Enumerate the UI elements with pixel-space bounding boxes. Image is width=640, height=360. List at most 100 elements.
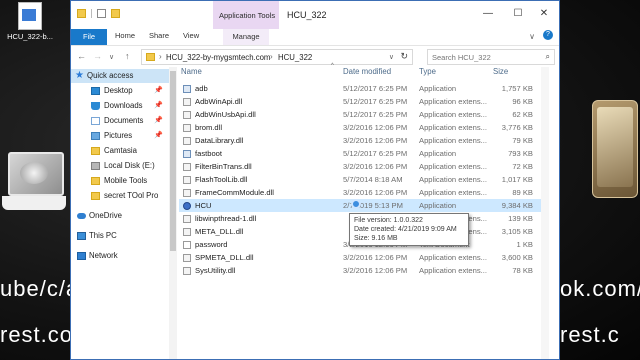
sort-indicator-icon: ^	[331, 63, 334, 69]
file-name: adb	[195, 84, 208, 93]
background-text: rest.c	[560, 322, 620, 347]
pin-icon[interactable]: 📌	[154, 101, 163, 109]
dll-file-icon	[183, 124, 191, 132]
ribbon-tabs: File Home Share View Manage ∨ ?	[71, 29, 559, 46]
recent-locations-icon[interactable]: ∨	[109, 53, 114, 61]
table-row[interactable]: SysUtility.dll 3/2/2016 12:06 PM Applicati…	[179, 264, 541, 277]
sidebar-item-desktop[interactable]: Desktop 📌	[71, 84, 169, 98]
file-date: 5/12/2017 6:25 PM	[343, 149, 408, 158]
file-name: DataLibrary.dll	[195, 136, 244, 145]
file-list-scrollbar[interactable]	[541, 67, 549, 359]
file-name: FlashToolLib.dll	[195, 175, 248, 184]
file-date: 5/7/2014 8:18 AM	[343, 175, 403, 184]
table-row[interactable]: fastboot 5/12/2017 6:25 PM Application 793 …	[179, 147, 541, 160]
file-name: libwinpthread-1.dll	[195, 214, 257, 223]
column-header-type[interactable]: Type	[419, 67, 436, 76]
help-icon[interactable]: ?	[543, 30, 553, 40]
tab-view[interactable]: View	[183, 31, 199, 40]
maximize-button[interactable]: ☐	[511, 7, 525, 21]
column-header-name[interactable]: Name	[181, 67, 202, 76]
sidebar-item-this-pc[interactable]: This PC	[71, 229, 169, 243]
dll-file-icon	[183, 254, 191, 262]
search-input[interactable]	[428, 50, 540, 62]
file-name: SPMETA_DLL.dll	[195, 253, 254, 262]
dll-file-icon	[183, 137, 191, 145]
application-tools-context: Application Tools	[213, 1, 279, 29]
forward-arrow-icon[interactable]: →	[93, 51, 102, 61]
folder-icon[interactable]	[77, 9, 86, 18]
desktop-icon	[91, 87, 100, 95]
address-dropdown-icon[interactable]: ∨	[389, 53, 394, 61]
tab-home[interactable]: Home	[115, 31, 135, 40]
sidebar-item-quick-access[interactable]: ★ Quick access	[71, 69, 169, 83]
table-row[interactable]: FlashToolLib.dll 5/7/2014 8:18 AM Applicat…	[179, 173, 541, 186]
file-size: 793 KB	[508, 149, 533, 158]
table-row[interactable]: AdbWinUsbApi.dll 5/12/2017 6:25 PM Applica…	[179, 108, 541, 121]
back-arrow-icon[interactable]: ←	[77, 51, 86, 61]
tab-file[interactable]: File	[71, 29, 107, 45]
file-name: password	[195, 240, 228, 249]
column-header-size[interactable]: Size	[493, 67, 508, 76]
tab-share[interactable]: Share	[149, 31, 169, 40]
sidebar-item-documents[interactable]: Documents 📌	[71, 114, 169, 128]
scrollbar-thumb[interactable]	[170, 71, 176, 251]
file-size: 1,017 KB	[501, 175, 533, 184]
file-date: 3/2/2016 12:06 PM	[343, 253, 408, 262]
up-arrow-icon[interactable]: ↑	[125, 51, 130, 61]
minimize-button[interactable]: —	[481, 7, 495, 21]
table-row[interactable]: AdbWinApi.dll 5/12/2017 6:25 PM Applicatio…	[179, 95, 541, 108]
new-folder-icon[interactable]	[111, 9, 120, 18]
breadcrumb-item[interactable]: HCU_322-by-mygsmtech.com	[166, 53, 270, 62]
search-box[interactable]: ⌕	[427, 49, 555, 65]
dll-file-icon	[183, 228, 191, 236]
properties-icon[interactable]	[97, 9, 106, 18]
file-type: Application	[419, 149, 457, 158]
file-size: 72 KB	[512, 162, 533, 171]
dll-file-icon	[183, 176, 191, 184]
disk-icon	[91, 162, 100, 170]
breadcrumb-item[interactable]: HCU_322	[278, 53, 312, 62]
table-row[interactable]: FilterBinTrans.dll 3/2/2016 12:06 PM Appli…	[179, 160, 541, 173]
file-date: 3/2/2016 12:06 PM	[343, 136, 408, 145]
sidebar-item-pictures[interactable]: Pictures 📌	[71, 129, 169, 143]
documents-icon	[91, 117, 100, 125]
close-button[interactable]: ✕	[537, 7, 551, 21]
expand-ribbon-icon[interactable]: ∨	[529, 32, 535, 41]
file-size: 89 KB	[512, 188, 533, 197]
tooltip-date-created: Date created: 4/21/2019 9:09 AM	[354, 226, 457, 233]
sidebar-item-label: Pictures	[104, 131, 133, 140]
table-row[interactable]: brom.dll 3/2/2016 12:06 PM Application ext…	[179, 121, 541, 134]
sidebar-item-label: Camtasia	[104, 146, 137, 155]
tab-manage[interactable]: Manage	[223, 29, 269, 45]
table-row[interactable]: FrameCommModule.dll 3/2/2016 12:06 PM Appl…	[179, 186, 541, 199]
nav-scrollbar[interactable]	[169, 67, 177, 359]
sidebar-item-local-disk[interactable]: Local Disk (E:)	[71, 159, 169, 173]
desktop-file-icon[interactable]: HCU_322-b...	[2, 2, 58, 41]
refresh-icon[interactable]: ↻	[400, 51, 408, 62]
sidebar-item-secret-tool-pro[interactable]: secret TOol Pro	[71, 189, 169, 203]
pin-icon[interactable]: 📌	[154, 86, 163, 94]
sidebar-item-mobile-tools[interactable]: Mobile Tools	[71, 174, 169, 188]
sidebar-item-downloads[interactable]: Downloads 📌	[71, 99, 169, 113]
table-row[interactable]: adb 5/12/2017 6:25 PM Application 1,757 KB	[179, 82, 541, 95]
dll-file-icon	[183, 215, 191, 223]
sidebar-item-camtasia[interactable]: Camtasia	[71, 144, 169, 158]
column-header-date[interactable]: Date modified	[343, 67, 391, 76]
file-size: 9,384 KB	[501, 201, 533, 210]
file-type: Application extens...	[419, 123, 487, 132]
phone-image	[592, 100, 638, 198]
table-row[interactable]: SPMETA_DLL.dll 3/2/2016 12:06 PM Applicati…	[179, 251, 541, 264]
navigation-pane: ★ Quick access Desktop 📌 Downloads 📌 Doc…	[71, 67, 169, 359]
title-bar[interactable]: Application Tools HCU_322 — ☐ ✕	[71, 1, 559, 29]
sidebar-item-onedrive[interactable]: OneDrive	[71, 209, 169, 223]
pin-icon[interactable]: 📌	[154, 131, 163, 139]
table-row[interactable]: DataLibrary.dll 3/2/2016 12:06 PM Applicat…	[179, 134, 541, 147]
sidebar-item-network[interactable]: Network	[71, 249, 169, 263]
dll-file-icon	[183, 111, 191, 119]
file-info-tooltip: File version: 1.0.0.322 Date created: 4/…	[349, 213, 469, 246]
folder-icon	[146, 53, 155, 61]
address-bar[interactable]: › HCU_322-by-mygsmtech.com › HCU_322 ∨ ↻	[141, 49, 413, 65]
cloud-icon	[77, 213, 86, 219]
pin-icon[interactable]: 📌	[154, 116, 163, 124]
quick-access-toolbar	[77, 9, 120, 18]
